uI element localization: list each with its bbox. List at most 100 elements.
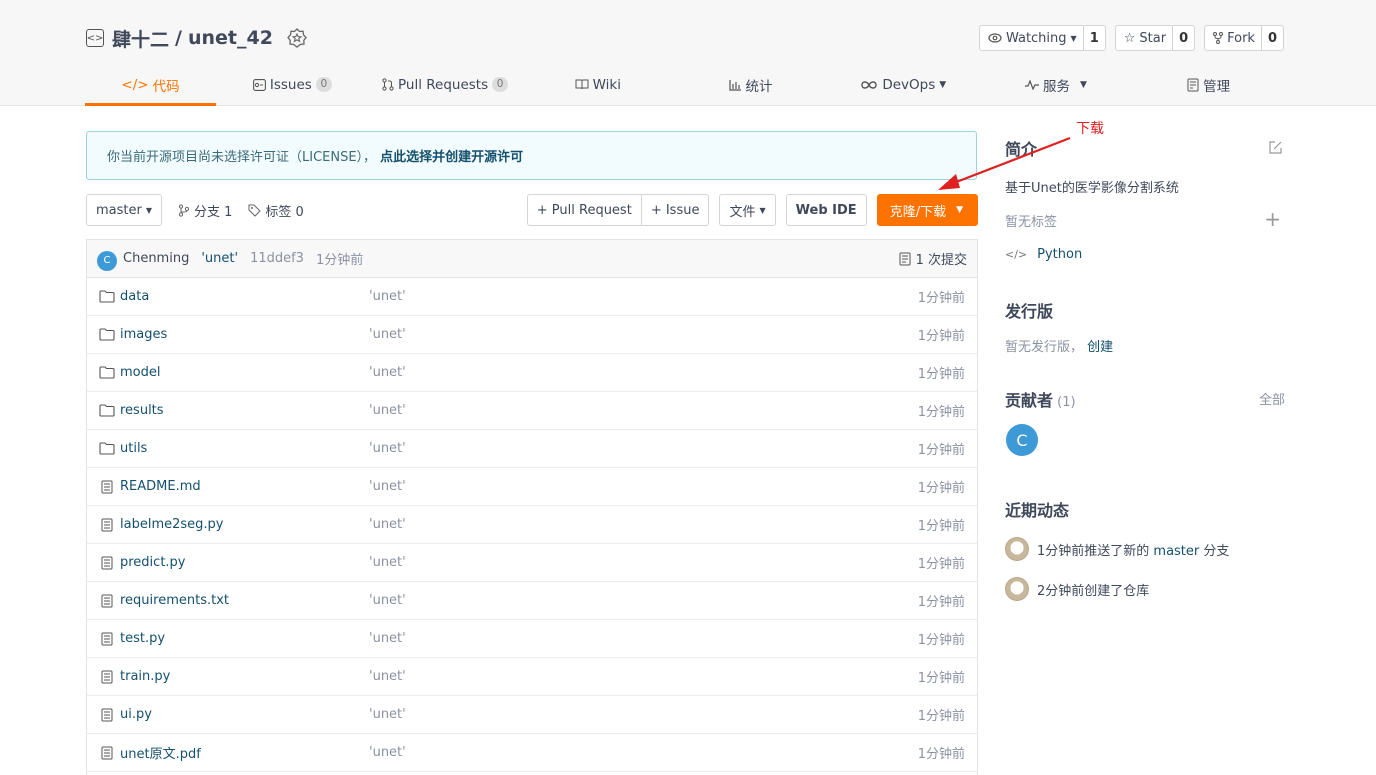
file-icon xyxy=(99,593,115,609)
file-commit-time: 1分钟前 xyxy=(917,671,965,686)
create-license-link[interactable]: 点此选择并创建开源许可 xyxy=(380,146,523,165)
edit-icon[interactable] xyxy=(1268,140,1283,155)
file-commit-time: 1分钟前 xyxy=(917,291,965,306)
file-commit-message[interactable]: 'unet' xyxy=(369,289,406,304)
file-commit-message[interactable]: 'unet' xyxy=(369,745,406,760)
file-row[interactable]: test.py 'unet' 1分钟前 xyxy=(87,620,977,658)
tab-manage[interactable]: 管理 xyxy=(1132,63,1285,106)
tags-link[interactable]: 标签 0 xyxy=(248,201,304,220)
add-tag-icon[interactable]: + xyxy=(1264,207,1281,231)
file-commit-message[interactable]: 'unet' xyxy=(369,707,406,722)
file-name-link[interactable]: README.md xyxy=(120,479,201,494)
file-commit-time: 1分钟前 xyxy=(917,557,965,572)
contributors-all-link[interactable]: 全部 xyxy=(1259,389,1285,408)
file-commit-time: 1分钟前 xyxy=(917,481,965,496)
file-row[interactable]: unet原文.pdf 'unet' 1分钟前 xyxy=(87,734,977,772)
tab-code[interactable]: </> 代码 xyxy=(85,63,216,106)
new-pull-request-button[interactable]: + Pull Request xyxy=(526,194,642,226)
star-count[interactable]: 0 xyxy=(1172,26,1194,50)
recommend-badge-icon[interactable] xyxy=(287,28,307,48)
file-commit-message[interactable]: 'unet' xyxy=(369,327,406,342)
file-commit-message[interactable]: 'unet' xyxy=(369,669,406,684)
file-name-link[interactable]: train.py xyxy=(120,669,170,684)
tab-services[interactable]: 服务 ▼ xyxy=(980,63,1133,106)
file-commit-message[interactable]: 'unet' xyxy=(369,631,406,646)
file-name-link[interactable]: results xyxy=(120,403,164,418)
file-row[interactable]: labelme2seg.py 'unet' 1分钟前 xyxy=(87,506,977,544)
create-release-link[interactable]: 创建 xyxy=(1087,340,1113,355)
repo-name[interactable]: unet_42 xyxy=(188,27,273,49)
commit-message[interactable]: 'unet' xyxy=(201,251,238,266)
activity-text: 分支 xyxy=(1199,543,1230,559)
web-ide-button[interactable]: Web IDE xyxy=(785,194,867,226)
file-name-link[interactable]: unet原文.pdf xyxy=(120,743,201,762)
file-name-link[interactable]: data xyxy=(120,289,149,304)
avatar[interactable] xyxy=(1005,537,1029,561)
new-issue-button[interactable]: + Issue xyxy=(641,194,710,226)
avatar[interactable]: C xyxy=(97,250,117,271)
repo-toolbar: master ▼ 分支 1 标签 0 + Pull Request + Issu… xyxy=(86,194,978,226)
file-name-link[interactable]: labelme2seg.py xyxy=(120,517,223,532)
file-row[interactable]: model 'unet' 1分钟前 xyxy=(87,354,977,392)
star-button[interactable]: ☆ Star 0 xyxy=(1114,25,1196,51)
file-row[interactable]: results 'unet' 1分钟前 xyxy=(87,392,977,430)
avatar[interactable]: C xyxy=(1006,424,1038,456)
file-commit-time: 1分钟前 xyxy=(917,633,965,648)
file-name-link[interactable]: ui.py xyxy=(120,707,152,722)
file-row[interactable]: utils 'unet' 1分钟前 xyxy=(87,430,977,468)
commit-sha[interactable]: 11ddef3 xyxy=(250,251,304,266)
activity-branch-link[interactable]: master xyxy=(1153,544,1199,559)
watch-button[interactable]: Watching ▼ 1 xyxy=(978,25,1106,51)
file-name-link[interactable]: model xyxy=(120,365,160,380)
caret-down-icon: ▼ xyxy=(956,205,963,215)
repo-nav-tabs: </> 代码 Issues 0 Pull Requests 0 Wiki 统计 … xyxy=(85,63,1285,106)
file-menu-button[interactable]: 文件 ▼ xyxy=(719,194,776,226)
annotation-arrow-icon xyxy=(938,136,1071,190)
file-commit-message[interactable]: 'unet' xyxy=(369,593,406,608)
avatar[interactable] xyxy=(1005,577,1029,601)
fork-button[interactable]: Fork 0 xyxy=(1204,25,1284,51)
file-commit-message[interactable]: 'unet' xyxy=(369,555,406,570)
file-name-link[interactable]: predict.py xyxy=(120,555,186,570)
file-row[interactable]: data 'unet' 1分钟前 xyxy=(87,278,977,316)
file-icon xyxy=(99,707,115,723)
branches-link[interactable]: 分支 1 xyxy=(178,201,232,220)
file-name-link[interactable]: images xyxy=(120,327,167,342)
file-row[interactable]: train.py 'unet' 1分钟前 xyxy=(87,658,977,696)
tab-issues[interactable]: Issues 0 xyxy=(216,63,369,106)
file-row[interactable]: ui.py 'unet' 1分钟前 xyxy=(87,696,977,734)
file-commit-message[interactable]: 'unet' xyxy=(369,403,406,418)
fork-count[interactable]: 0 xyxy=(1260,26,1283,50)
latest-commit-bar: C Chenming 'unet' 11ddef3 1分钟前 1 次提交 xyxy=(87,240,977,278)
language-link[interactable]: Python xyxy=(1037,247,1082,262)
infinity-icon xyxy=(861,80,878,89)
repo-owner[interactable]: 肆十二 xyxy=(112,25,169,52)
caret-down-icon: ▼ xyxy=(939,79,947,90)
file-name-link[interactable]: requirements.txt xyxy=(120,593,229,608)
file-commit-message[interactable]: 'unet' xyxy=(369,441,406,456)
tab-devops[interactable]: DevOps ▼ xyxy=(827,63,980,106)
commit-author[interactable]: Chenming xyxy=(123,251,189,266)
file-name-link[interactable]: utils xyxy=(120,441,147,456)
file-row[interactable]: predict.py 'unet' 1分钟前 xyxy=(87,544,977,582)
watch-count[interactable]: 1 xyxy=(1082,26,1105,50)
star-label: Star xyxy=(1139,30,1167,46)
commit-count-link[interactable]: 1 次提交 xyxy=(899,249,967,268)
commit-time: 1分钟前 xyxy=(315,253,364,268)
file-row[interactable]: README.md 'unet' 1分钟前 xyxy=(87,468,977,506)
file-row[interactable]: images 'unet' 1分钟前 xyxy=(87,316,977,354)
file-commit-message[interactable]: 'unet' xyxy=(369,479,406,494)
caret-down-icon: ▼ xyxy=(1079,79,1087,90)
tab-pull-requests[interactable]: Pull Requests 0 xyxy=(369,63,522,106)
tab-services-label: 服务 xyxy=(1042,78,1070,95)
branch-selector[interactable]: master ▼ xyxy=(86,194,162,226)
tab-stats[interactable]: 统计 xyxy=(674,63,827,106)
issues-count-badge: 0 xyxy=(315,77,332,92)
file-commit-message[interactable]: 'unet' xyxy=(369,517,406,532)
file-name-link[interactable]: test.py xyxy=(120,631,165,646)
activity-text: 1分钟前推送了新的 xyxy=(1037,543,1154,559)
repo-title: <> 肆十二 / unet_42 xyxy=(86,24,307,52)
file-commit-message[interactable]: 'unet' xyxy=(369,365,406,380)
tab-wiki[interactable]: Wiki xyxy=(521,63,674,106)
file-row[interactable]: requirements.txt 'unet' 1分钟前 xyxy=(87,582,977,620)
